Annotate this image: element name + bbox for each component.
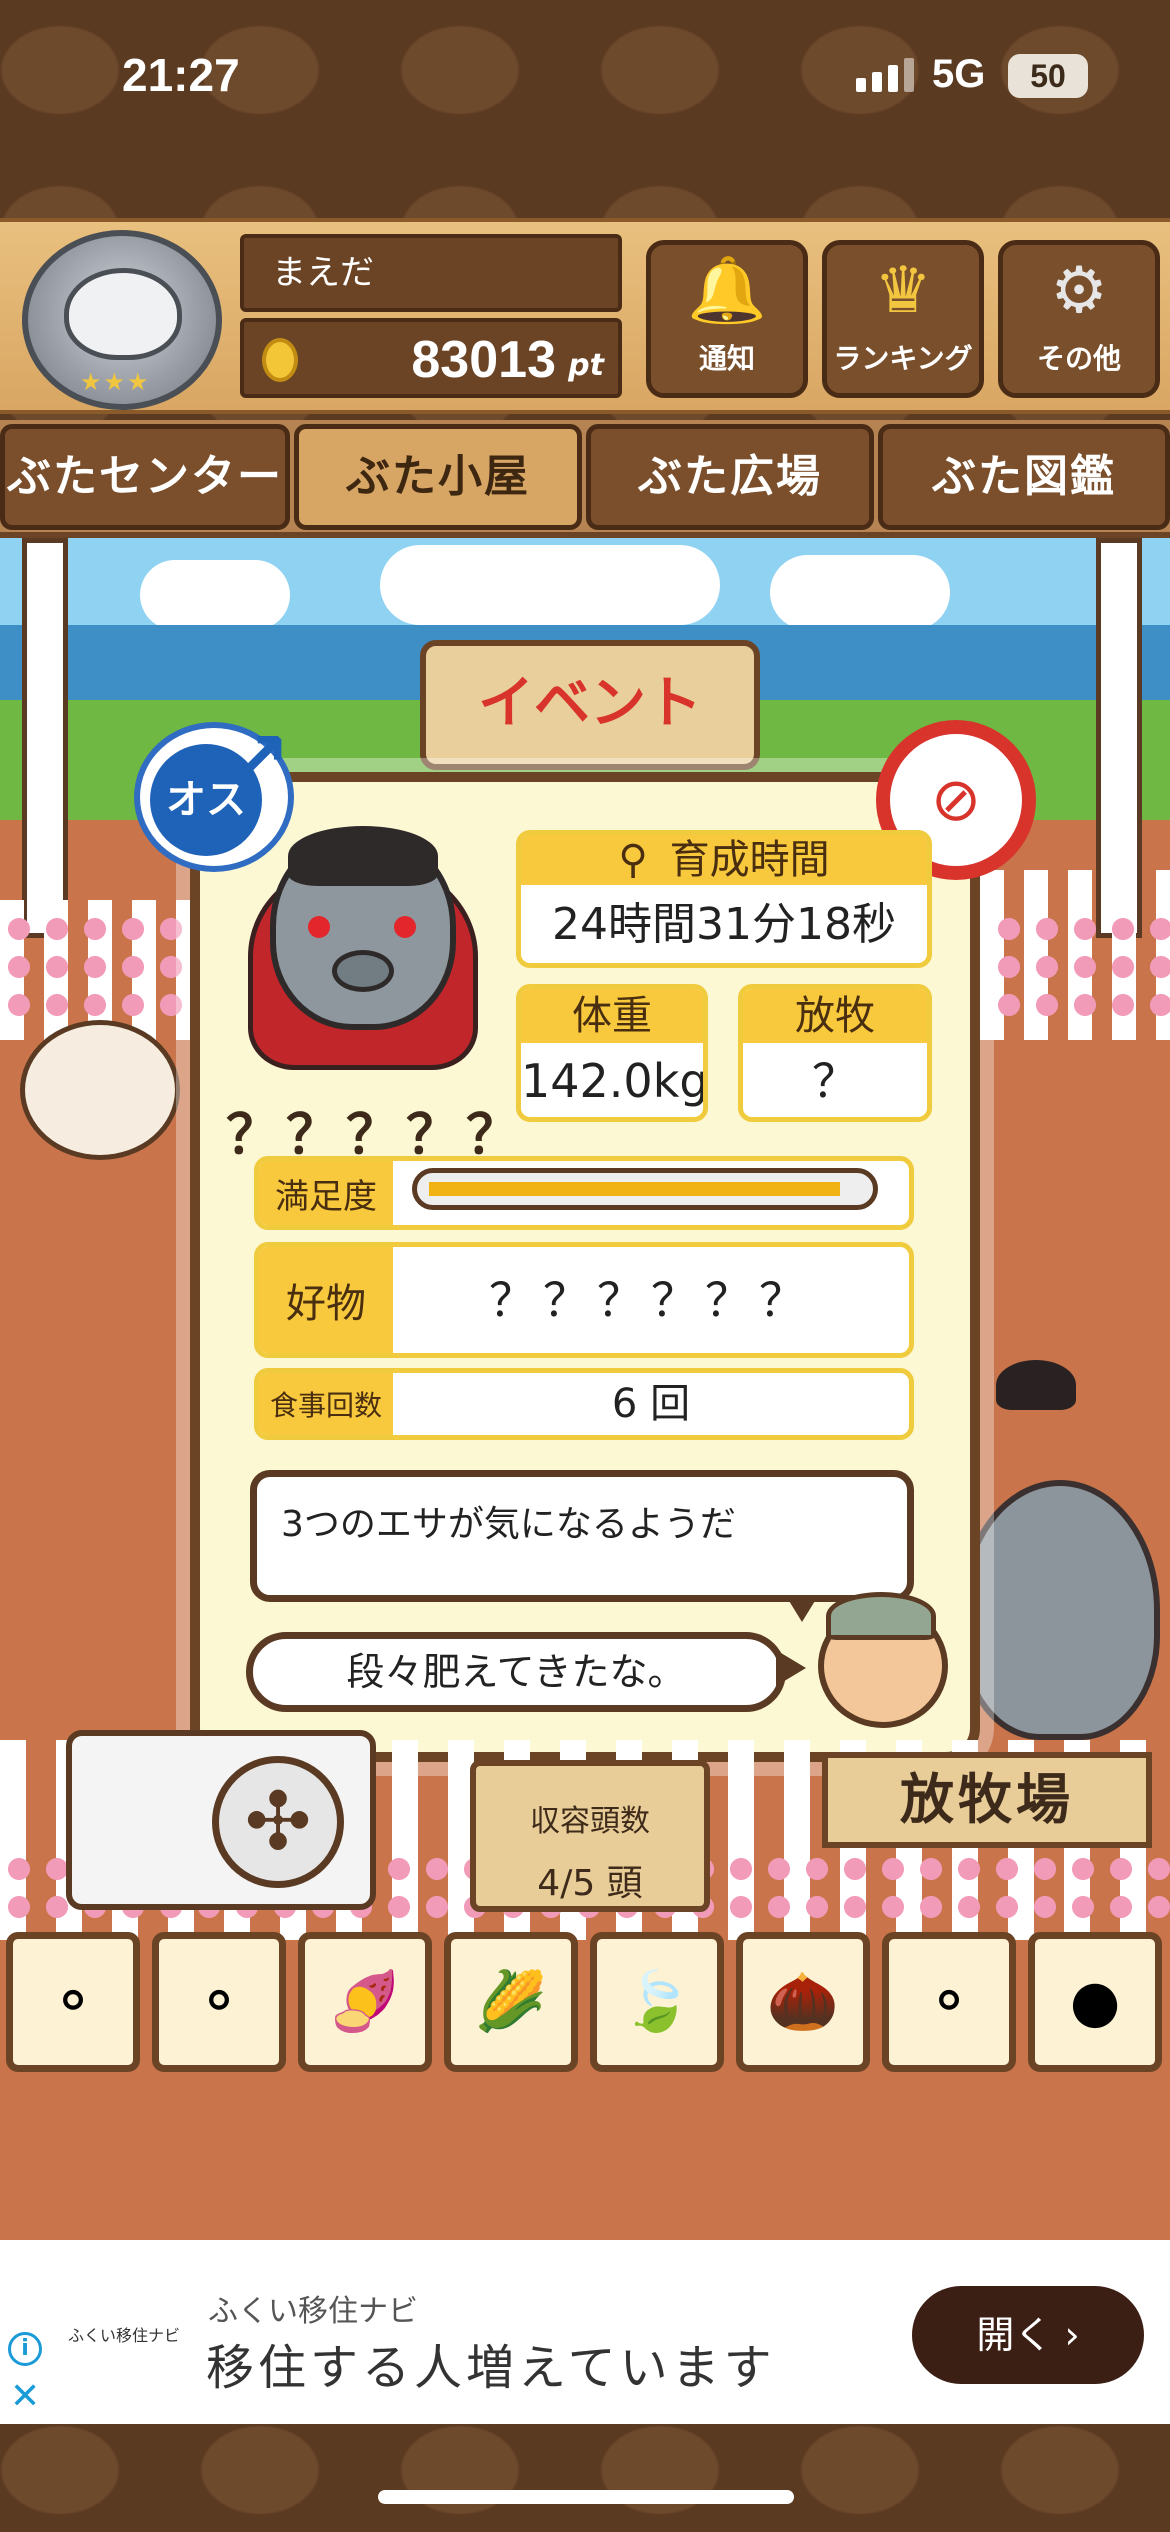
bell-icon: 🔔: [687, 254, 767, 328]
meals-label: 食事回数: [259, 1373, 393, 1435]
food-bar: ⚬ ⚬ 🍠 🌽 🍃 🌰 ⚬ ●: [0, 1932, 1170, 2082]
status-bar: 21:27 5G 50: [0, 0, 1170, 150]
graze-label: 放牧: [743, 989, 927, 1043]
meals-value: 6 回: [611, 1381, 691, 1427]
status-time: 21:27: [122, 49, 240, 101]
battery-icon: 50: [1008, 54, 1088, 98]
event-sign[interactable]: イベント: [420, 640, 760, 770]
satisfaction-bar-fill: [429, 1182, 840, 1196]
tab-buta-center[interactable]: ぶたセンター: [0, 424, 290, 530]
ad-subtitle: ふくい移住ナビ: [208, 2294, 418, 2329]
capacity-value: 4/5 頭: [537, 1863, 643, 1904]
satisfaction-label: 満足度: [259, 1161, 393, 1225]
chevron-right-icon: ›: [1064, 2313, 1080, 2357]
notification-label: 通知: [698, 342, 755, 375]
ad-open-button[interactable]: 開く ›: [912, 2286, 1144, 2384]
graze-box: 放牧 ？: [738, 984, 932, 1122]
capacity-sign: 収容頭数 4/5 頭: [470, 1760, 710, 1912]
tab-buta-hut[interactable]: ぶた小屋: [294, 424, 582, 530]
cat-character[interactable]: [20, 1020, 180, 1160]
bubble-tail: [786, 1596, 818, 1622]
gear-icon: ⚙: [1050, 254, 1108, 328]
graze-value: ？: [812, 1054, 858, 1108]
gate-post-left: [22, 538, 68, 938]
cloud: [380, 545, 720, 625]
chestnut-icon: 🌰: [766, 1967, 840, 2035]
capacity-label: 収容頭数: [530, 1804, 650, 1839]
food-slot-chestnut[interactable]: 🌰: [736, 1932, 870, 2072]
ad-logo: ふくい移住ナビ: [68, 2326, 181, 2345]
food-slot-grain[interactable]: ⚬: [6, 1932, 140, 2072]
favorite-label: 好物: [259, 1247, 393, 1353]
pig-eye: [308, 916, 330, 938]
weight-box: 体重 142.0kg: [516, 984, 708, 1122]
flowers: [0, 910, 200, 1030]
bat-icon: [996, 1360, 1076, 1410]
meals-row: 食事回数 6 回: [254, 1368, 914, 1440]
food-slot-soybean[interactable]: ⚬: [882, 1932, 1016, 2072]
player-name: まえだ: [240, 234, 622, 312]
network-label: 5G: [932, 52, 986, 96]
weight-value: 142.0kg: [521, 1054, 708, 1108]
other-label: その他: [1036, 342, 1121, 375]
ranking-button[interactable]: ♛ ランキング: [822, 240, 984, 398]
cloud: [770, 555, 950, 630]
truffle-icon: ●: [1069, 1967, 1121, 2035]
growth-time-box: ⚲ 育成時間 24時間31分18秒: [516, 830, 932, 968]
speech-bubble-farmer: 段々肥えてきたな。: [246, 1632, 786, 1712]
ad-title: 移住する人増えています: [206, 2340, 776, 2396]
growth-time-value: 24時間31分18秒: [552, 899, 896, 950]
ranking-label: ランキング: [833, 342, 973, 375]
home-indicator[interactable]: [378, 2490, 794, 2504]
acorn-leaves-icon: 🍃: [620, 1967, 694, 2035]
growth-time-header: ⚲ 育成時間: [521, 835, 927, 885]
app-root: 21:27 5G 50 ★★★ まえだ 83013 pt 🔔 通知 ♛ ランキン…: [0, 0, 1170, 2532]
food-slot-sweet-potato[interactable]: 🍠: [298, 1932, 432, 2072]
signal-icon: [856, 58, 914, 92]
ad-open-label: 開く: [976, 2313, 1053, 2357]
weight-label: 体重: [521, 989, 703, 1043]
tab-buta-encyclopedia[interactable]: ぶた図鑑: [878, 424, 1170, 530]
timer-icon: ⚲: [618, 837, 648, 883]
cloud: [140, 560, 290, 630]
soybean-icon: ⚬: [924, 1967, 974, 2035]
flowers: [990, 910, 1170, 1030]
food-slot-corn[interactable]: 🌽: [444, 1932, 578, 2072]
male-arrow-icon: ↗: [228, 716, 291, 802]
growth-time-label: 育成時間: [669, 837, 830, 883]
speech-bubble-pig: 3つのエサが気になるようだ: [250, 1470, 914, 1602]
rank-stars-icon: ★★★: [80, 368, 151, 396]
pig-eye: [394, 916, 416, 938]
pasture-sign[interactable]: 放牧場: [822, 1752, 1152, 1848]
favorite-value: ？？？？？？: [489, 1273, 813, 1327]
tab-buta-plaza[interactable]: ぶた広場: [586, 424, 874, 530]
farmer-hat-icon: [826, 1592, 936, 1640]
coin-icon: [262, 338, 298, 382]
food-slot-truffle[interactable]: ●: [1028, 1932, 1162, 2072]
close-icon[interactable]: ✕: [10, 2376, 40, 2417]
points-unit: pt: [568, 348, 604, 383]
grain-icon: ⚬: [48, 1967, 98, 2035]
fan-icon[interactable]: ✣: [212, 1756, 344, 1888]
bubble-tail: [776, 1650, 806, 1686]
favorite-row: 好物 ？？？？？？: [254, 1242, 914, 1358]
food-slot-mixed-grain[interactable]: ⚬: [152, 1932, 286, 2072]
pig-hair: [288, 826, 438, 886]
other-button[interactable]: ⚙ その他: [998, 240, 1160, 398]
notification-button[interactable]: 🔔 通知: [646, 240, 808, 398]
corn-icon: 🌽: [474, 1967, 548, 2035]
pig-snout: [332, 950, 394, 992]
pig-face-icon: [64, 268, 182, 360]
crown-icon: ♛: [874, 254, 932, 328]
satisfaction-bar: [412, 1168, 878, 1210]
pig-portrait: [248, 820, 478, 1080]
sweet-potato-icon: 🍠: [328, 1967, 402, 2035]
points-display: 83013 pt: [240, 318, 622, 398]
points-value: 83013: [411, 331, 556, 389]
info-icon[interactable]: i: [8, 2332, 42, 2366]
vampire-pig-character[interactable]: [960, 1480, 1160, 1740]
mixed-grain-icon: ⚬: [194, 1967, 244, 2035]
food-slot-acorn-leaves[interactable]: 🍃: [590, 1932, 724, 2072]
